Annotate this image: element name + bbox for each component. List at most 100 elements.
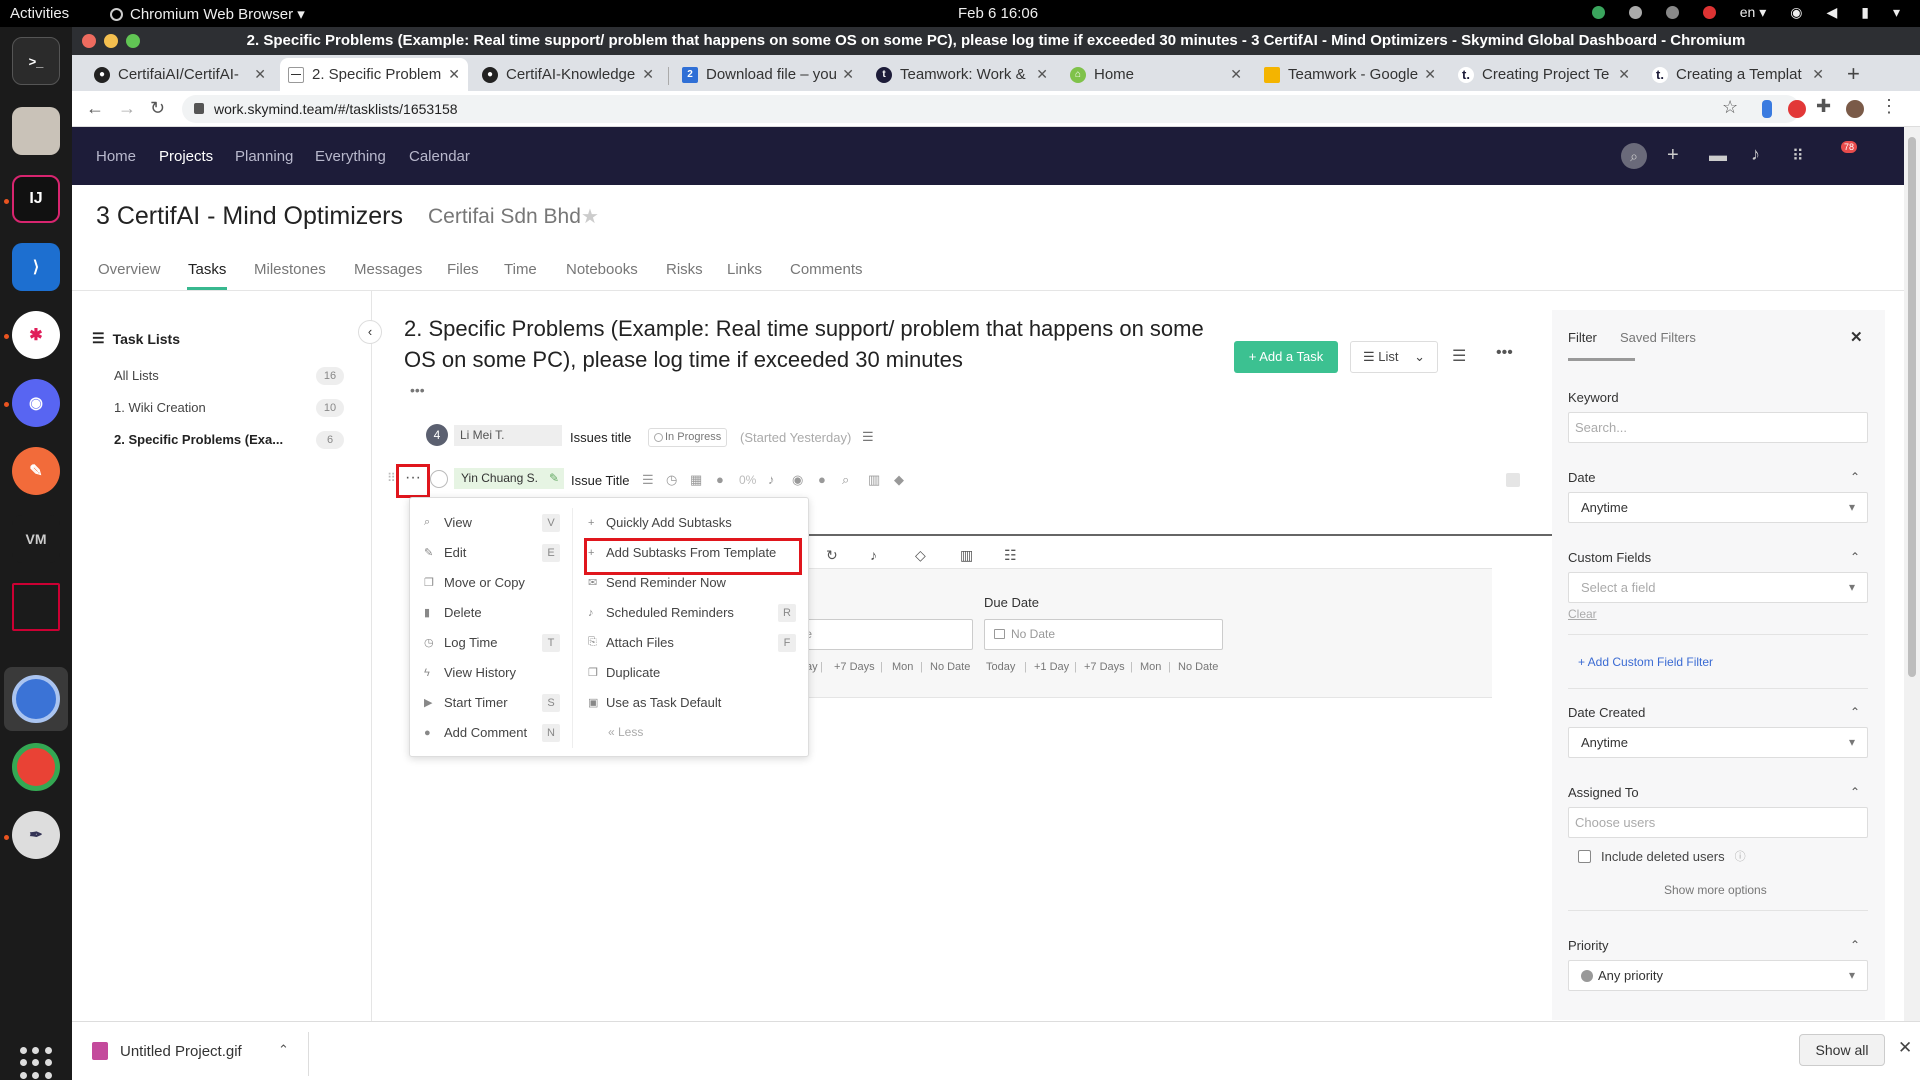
close-icon[interactable]: ✕: [642, 66, 654, 83]
quick-date-option[interactable]: +7 Days: [834, 661, 875, 673]
tab-milestones[interactable]: Milestones: [254, 261, 326, 278]
shield-icon[interactable]: [1591, 6, 1605, 19]
clock[interactable]: Feb 6 16:06: [958, 5, 1038, 22]
intellij-icon[interactable]: IJ: [12, 175, 60, 223]
tag-icon[interactable]: ◇: [915, 547, 926, 564]
close-icon[interactable]: ✕: [1618, 66, 1630, 83]
assigned-users-input[interactable]: Choose users: [1568, 807, 1868, 838]
power-menu-icon[interactable]: ▾: [1893, 4, 1900, 21]
tab-filter[interactable]: Filter: [1568, 330, 1597, 345]
task-options-button[interactable]: ···: [396, 464, 430, 498]
browser-tab[interactable]: t. Creating a Templat ✕: [1644, 58, 1832, 91]
discord-icon[interactable]: ◉: [12, 379, 60, 427]
chevron-up-icon[interactable]: ⌃: [1850, 938, 1860, 952]
include-deleted-checkbox[interactable]: [1578, 849, 1591, 863]
close-icon[interactable]: ✕: [1812, 66, 1824, 83]
tab-comments[interactable]: Comments: [790, 261, 863, 278]
browser-menu-icon[interactable]: ⋮: [1880, 96, 1898, 117]
reload-icon[interactable]: ↻: [150, 98, 165, 119]
chevron-up-icon[interactable]: ⌃: [1850, 550, 1860, 564]
tab-notebooks[interactable]: Notebooks: [566, 261, 638, 278]
task-assignee[interactable]: Yin Chuang S. ✎: [454, 468, 564, 489]
menu-item-quickly-add-subtasks[interactable]: + Quickly Add Subtasks: [588, 515, 732, 530]
forward-icon[interactable]: →: [118, 98, 136, 119]
bookmark-star-icon[interactable]: ☆: [1722, 97, 1738, 118]
info-icon[interactable]: ⓘ: [1735, 848, 1746, 864]
description-icon[interactable]: ☰: [642, 472, 654, 488]
menu-item-duplicate[interactable]: ❐ Duplicate: [588, 665, 660, 680]
board-icon[interactable]: ▥: [868, 472, 880, 488]
quick-date-option[interactable]: No Date: [930, 661, 970, 673]
star-icon[interactable]: ★: [581, 204, 599, 229]
menu-item-use-as-task-default[interactable]: ▣ Use as Task Default: [588, 695, 721, 710]
filter-icon[interactable]: ☰: [1452, 346, 1466, 366]
extension-icon[interactable]: [1762, 100, 1772, 118]
close-icon[interactable]: ✕: [1898, 1038, 1912, 1058]
alert-icon[interactable]: [1702, 6, 1716, 19]
extensions-puzzle-icon[interactable]: ✚: [1816, 96, 1831, 117]
subtask-count-badge[interactable]: 4: [426, 424, 448, 446]
app-menu[interactable]: Chromium Web Browser ▾: [110, 5, 305, 23]
browser-tab[interactable]: ● CertifaiAI/CertifAI- ✕: [86, 58, 274, 91]
screen-recorder-icon[interactable]: [12, 583, 60, 631]
more-icon[interactable]: •••: [1496, 344, 1513, 362]
chromium-dock-icon[interactable]: [12, 675, 60, 723]
show-more-options-link[interactable]: Show more options: [1664, 883, 1767, 897]
chevron-up-icon[interactable]: ⌃: [1850, 705, 1860, 719]
collapse-sidebar-button[interactable]: ‹: [358, 320, 382, 344]
description-icon[interactable]: ☰: [862, 429, 874, 445]
bell-icon[interactable]: ♪: [870, 547, 877, 563]
tasklist-specific-problems[interactable]: 2. Specific Problems (Exa...: [114, 432, 283, 447]
menu-item-view-history[interactable]: ϟ View History: [424, 665, 516, 680]
date-select[interactable]: Anytime: [1568, 492, 1868, 523]
eye-icon[interactable]: ◉: [792, 472, 803, 488]
nav-everything[interactable]: Everything: [315, 148, 386, 165]
task-assignee[interactable]: Li Mei T.: [454, 425, 562, 446]
search-icon[interactable]: ⌕: [1621, 143, 1647, 169]
priority-icon[interactable]: ●: [716, 472, 724, 487]
tab-risks[interactable]: Risks: [666, 261, 703, 278]
row-select-checkbox[interactable]: [1506, 473, 1520, 487]
quick-date-option[interactable]: +1 Day: [1034, 661, 1069, 673]
volume-icon[interactable]: ◀: [1826, 4, 1837, 21]
tab-links[interactable]: Links: [727, 261, 762, 278]
chevron-up-icon[interactable]: ⌃: [1850, 785, 1860, 799]
menu-item-scheduled-reminders[interactable]: ♪ Scheduled Reminders: [588, 605, 734, 620]
date-created-select[interactable]: Anytime: [1568, 727, 1868, 758]
nav-calendar[interactable]: Calendar: [409, 148, 470, 165]
vmware-icon[interactable]: VM: [12, 515, 60, 563]
include-deleted-users[interactable]: Include deleted users ⓘ: [1578, 848, 1746, 864]
browser-tab[interactable]: 2 Download file – you ✕: [674, 58, 862, 91]
browser-tab[interactable]: ● CertifAI-Knowledge ✕: [474, 58, 662, 91]
window-close-button[interactable]: [82, 34, 96, 48]
tab-messages[interactable]: Messages: [354, 261, 422, 278]
custom-field-select[interactable]: Select a field: [1568, 572, 1868, 603]
show-apps-icon[interactable]: [20, 1047, 52, 1079]
repeat-icon[interactable]: ↻: [826, 547, 838, 564]
window-maximize-button[interactable]: [126, 34, 140, 48]
window-minimize-button[interactable]: [104, 34, 118, 48]
due-date-input[interactable]: No Date: [984, 619, 1223, 650]
task-complete-checkbox[interactable]: [430, 470, 448, 488]
menu-show-less[interactable]: « Less: [608, 725, 643, 739]
menu-item-attach-files[interactable]: ⎘ Attach Files: [588, 635, 674, 650]
postman-icon[interactable]: ✎: [12, 447, 60, 495]
tab-time[interactable]: Time: [504, 261, 537, 278]
nav-projects[interactable]: Projects: [159, 148, 213, 165]
quick-date-option[interactable]: No Date: [1178, 661, 1218, 673]
board-icon[interactable]: ▥: [960, 547, 973, 564]
activities-button[interactable]: Activities: [10, 5, 69, 22]
battery-icon[interactable]: ▮: [1861, 4, 1869, 21]
add-custom-field-filter-link[interactable]: + Add Custom Field Filter: [1578, 655, 1713, 669]
clock-icon[interactable]: ◷: [666, 472, 677, 488]
tab-saved-filters[interactable]: Saved Filters: [1620, 330, 1696, 345]
calendar-icon[interactable]: ▦: [690, 472, 702, 488]
close-icon[interactable]: ✕: [1036, 66, 1048, 83]
language-indicator[interactable]: en ▾: [1740, 4, 1767, 21]
menu-item-move-or-copy[interactable]: ❐ Move or Copy: [424, 575, 525, 590]
discord-tray-icon[interactable]: [1665, 6, 1679, 19]
close-icon[interactable]: ✕: [448, 66, 460, 83]
chrome-icon[interactable]: [12, 743, 60, 791]
close-icon[interactable]: ✕: [1230, 66, 1242, 83]
extension-record-icon[interactable]: [1788, 100, 1806, 118]
